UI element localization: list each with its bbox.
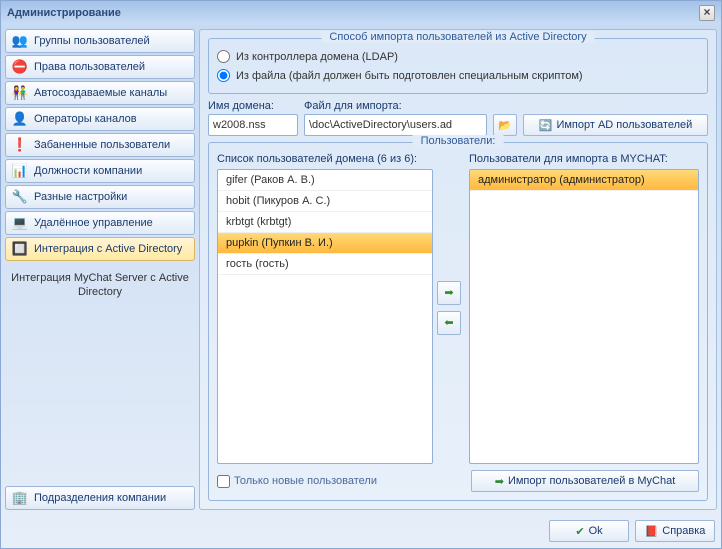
file-label: Файл для импорта: [304, 100, 487, 112]
building-icon: 🏢 [12, 490, 28, 506]
check-icon: ✔ [575, 525, 584, 538]
radio-ldap-input[interactable] [217, 50, 230, 63]
radio-ldap-label: Из контроллера домена (LDAP) [236, 51, 398, 63]
sidebar: 👥 Группы пользователей ⛔ Права пользовател… [5, 29, 195, 510]
import-method-fieldset: Способ импорта пользователей из Active D… [208, 38, 708, 94]
users-fieldset: Пользователи: Список пользователей домен… [208, 142, 708, 501]
sidebar-item-positions[interactable]: 📊 Должности компании [5, 159, 195, 183]
help-button[interactable]: 📕Справка [635, 520, 715, 542]
only-new-input[interactable] [217, 475, 230, 488]
sidebar-item-label: Подразделения компании [34, 492, 166, 504]
import-ad-label: Импорт AD пользователей [556, 119, 692, 131]
ad-icon: 🔲 [12, 241, 28, 257]
sidebar-item-ad[interactable]: 🔲 Интеграция с Active Directory [5, 237, 195, 261]
wrench-icon: 🔧 [12, 189, 28, 205]
domain-input[interactable] [208, 114, 298, 136]
import-users-list[interactable]: администратор (администратор) [469, 169, 699, 464]
radio-file[interactable]: Из файла (файл должен быть подготовлен с… [217, 66, 699, 85]
help-label: Справка [662, 525, 705, 537]
refresh-icon: 🔄 [539, 119, 553, 132]
arrow-left-icon: ⬅ [444, 316, 453, 329]
list-item[interactable]: krbtgt (krbtgt) [218, 212, 432, 233]
sidebar-item-label: Должности компании [34, 165, 142, 177]
window-title: Администрирование [7, 7, 699, 19]
close-button[interactable]: × [699, 5, 715, 21]
sidebar-item-autochannels[interactable]: 👫 Автосоздаваемые каналы [5, 81, 195, 105]
user-icon: 👤 [12, 111, 28, 127]
import-mychat-button[interactable]: ➡ Импорт пользователей в MyChat [471, 470, 699, 492]
list-item[interactable]: гость (гость) [218, 254, 432, 275]
sidebar-item-misc[interactable]: 🔧 Разные настройки [5, 185, 195, 209]
sidebar-item-label: Операторы каналов [34, 113, 137, 125]
monitor-icon: 💻 [12, 215, 28, 231]
footer: ✔ Ok 📕Справка [1, 514, 721, 548]
ok-label: Ok [589, 525, 603, 537]
sidebar-description: Интеграция MyChat Server с Active Direct… [5, 263, 195, 308]
radio-ldap[interactable]: Из контроллера домена (LDAP) [217, 47, 699, 66]
folder-icon: 📂 [498, 119, 512, 132]
sidebar-item-groups[interactable]: 👥 Группы пользователей [5, 29, 195, 53]
list-item[interactable]: администратор (администратор) [470, 170, 698, 191]
sidebar-item-rights[interactable]: ⛔ Права пользователей [5, 55, 195, 79]
only-new-checkbox[interactable]: Только новые пользователи [217, 475, 463, 488]
sidebar-item-label: Права пользователей [34, 61, 145, 73]
domain-label: Имя домена: [208, 100, 298, 112]
sidebar-item-label: Удалённое управление [34, 217, 153, 229]
alert-icon: ❗ [12, 137, 28, 153]
move-right-button[interactable]: ➡ [437, 281, 461, 305]
arrow-right-icon: ➡ [444, 286, 453, 299]
sidebar-item-label: Забаненные пользователи [34, 139, 170, 151]
sidebar-item-label: Разные настройки [34, 191, 127, 203]
book-icon: 📕 [645, 525, 659, 538]
sidebar-item-banned[interactable]: ❗ Забаненные пользователи [5, 133, 195, 157]
browse-button[interactable]: 📂 [493, 114, 517, 136]
sidebar-item-remote[interactable]: 💻 Удалённое управление [5, 211, 195, 235]
ok-button[interactable]: ✔ Ok [549, 520, 629, 542]
arrow-right-icon: ➡ [495, 475, 504, 488]
title-bar: Администрирование × [1, 1, 721, 25]
radio-file-input[interactable] [217, 69, 230, 82]
left-list-label: Список пользователей домена (6 из 6): [217, 151, 433, 167]
radio-file-label: Из файла (файл должен быть подготовлен с… [236, 70, 583, 82]
domain-users-list[interactable]: gifer (Раков А. В.) hobit (Пикуров А. С.… [217, 169, 433, 464]
list-item[interactable]: gifer (Раков А. В.) [218, 170, 432, 191]
main-panel: Способ импорта пользователей из Active D… [199, 29, 717, 510]
block-icon: ⛔ [12, 59, 28, 75]
file-input[interactable] [304, 114, 487, 136]
move-left-button[interactable]: ⬅ [437, 311, 461, 335]
users-icon: 👥 [12, 33, 28, 49]
right-list-label: Пользователи для импорта в MYCHAT: [469, 151, 699, 167]
sidebar-item-label: Интеграция с Active Directory [34, 243, 182, 255]
sidebar-item-departments[interactable]: 🏢 Подразделения компании [5, 486, 195, 510]
sidebar-item-operators[interactable]: 👤 Операторы каналов [5, 107, 195, 131]
users-title: Пользователи: [413, 135, 504, 147]
chart-icon: 📊 [12, 163, 28, 179]
import-ad-button[interactable]: 🔄Импорт AD пользователей [523, 114, 708, 136]
sidebar-item-label: Автосоздаваемые каналы [34, 87, 167, 99]
people-icon: 👫 [12, 85, 28, 101]
list-item[interactable]: pupkin (Пупкин В. И.) [218, 233, 432, 254]
only-new-label: Только новые пользователи [234, 475, 377, 487]
list-item[interactable]: hobit (Пикуров А. С.) [218, 191, 432, 212]
import-mychat-label: Импорт пользователей в MyChat [508, 475, 675, 487]
fieldset-title: Способ импорта пользователей из Active D… [321, 31, 594, 43]
sidebar-item-label: Группы пользователей [34, 35, 150, 47]
